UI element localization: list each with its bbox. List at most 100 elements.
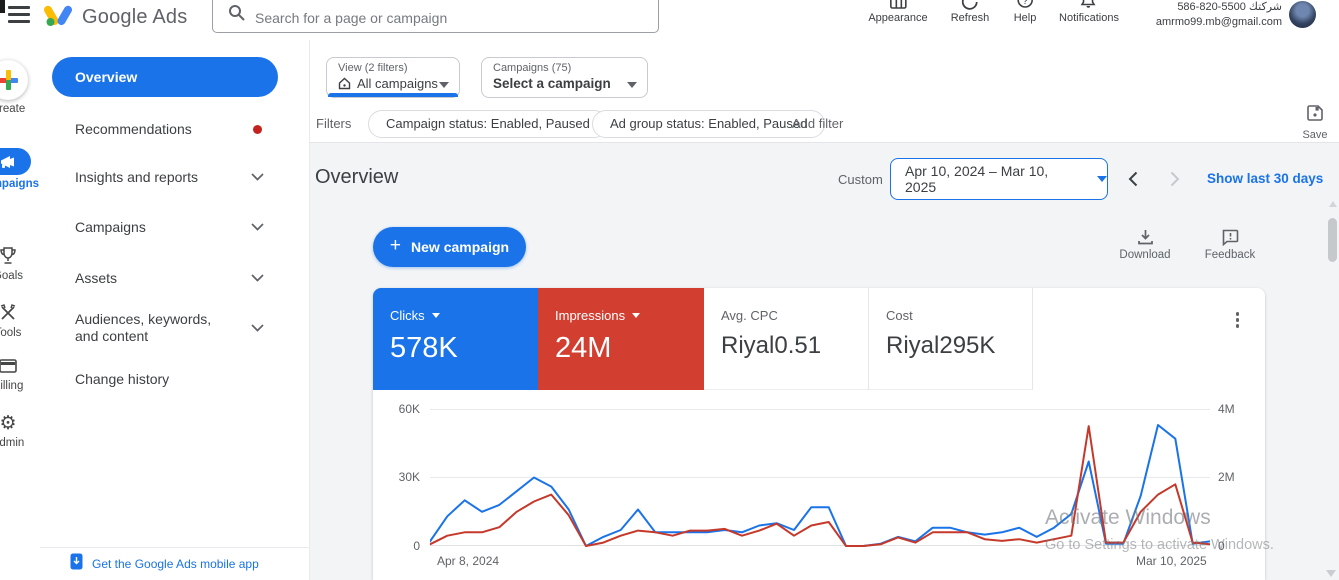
mobile-app-link[interactable]: Get the Google Ads mobile app [40, 547, 310, 580]
refresh-icon [951, 0, 990, 10]
next-period-button[interactable] [1166, 168, 1184, 190]
right-axis-tick-0: 0 [1218, 539, 1225, 553]
chevron-down-icon [251, 274, 264, 282]
overview-panel: Clicks 578K Impressions 24M Avg. CPC Riy… [373, 288, 1265, 580]
x-axis-start-label: Apr 8, 2024 [437, 554, 500, 568]
sidebar-item-audiences-keywords-content[interactable]: Audiences, keywords, and content [52, 305, 278, 351]
sidebar-item-insights-and-reports[interactable]: Insights and reports [52, 160, 278, 194]
series-clicks [430, 424, 1210, 547]
x-axis-end-label: Mar 10, 2025 [1136, 554, 1207, 568]
google-ads-app: Google Ads Appearance [0, 0, 1339, 580]
new-campaign-button[interactable]: + New campaign [373, 227, 526, 267]
chevron-down-icon [251, 223, 264, 231]
account-id: 586-820-5500 شركتك [1177, 1, 1282, 13]
sidebar-item-recommendations[interactable]: Recommendations [52, 112, 278, 146]
rail-item-admin[interactable]: ⚙ Admin [0, 412, 40, 449]
sidebar-item-campaigns[interactable]: Campaigns [52, 210, 278, 244]
avg-cpc-value: Riyal0.51 [721, 332, 822, 359]
impressions-value: 24M [555, 332, 612, 364]
mobile-phone-icon [70, 553, 83, 575]
chevron-down-icon [632, 313, 641, 318]
chevron-down-icon [251, 173, 264, 181]
filters-label: Filters [316, 116, 352, 131]
chevron-down-icon [439, 82, 449, 88]
chevron-down-icon [251, 324, 264, 332]
save-floppy-icon [1293, 104, 1337, 127]
brand-name: Google Ads [82, 6, 188, 28]
left-axis-tick-60k: 60K [398, 402, 420, 416]
rail-item-tools[interactable]: Tools [0, 302, 40, 339]
download-icon [1115, 229, 1175, 246]
active-view-underline [328, 93, 458, 97]
overview-chart [430, 409, 1210, 547]
rail-item-billing[interactable]: Billing [0, 355, 40, 392]
plus-icon: + [389, 235, 402, 256]
admin-gear-icon: ⚙ [0, 412, 17, 434]
appearance-button[interactable]: Appearance [868, 0, 928, 24]
navigation-rail: Create Campaigns Goals [0, 40, 40, 580]
sidebar-item-change-history[interactable]: Change history [52, 362, 278, 396]
date-mode-label: Custom [838, 172, 883, 187]
chevron-down-icon [627, 82, 637, 88]
tools-icon [0, 302, 40, 324]
scrollbar-thumb[interactable] [1328, 218, 1337, 262]
scorecards-filler [1033, 288, 1265, 390]
google-ads-logo-icon [44, 2, 72, 33]
svg-text:?: ? [1022, 0, 1028, 7]
help-button[interactable]: ? Help [1014, 0, 1037, 24]
cost-value: Riyal295K [886, 332, 996, 359]
previous-period-button[interactable] [1124, 168, 1142, 190]
account-info[interactable]: 586-820-5500 شركتك amrmo99.mb@gmail.com [1100, 0, 1282, 28]
campaign-selector-dropdown[interactable]: Campaigns (75) Select a campaign [481, 57, 648, 98]
goals-trophy-icon [0, 245, 40, 267]
campaign-toolbar: View (2 filters) All campaigns Campaigns… [310, 40, 1339, 143]
download-button[interactable]: Download [1115, 229, 1175, 261]
avatar[interactable] [1289, 1, 1316, 28]
appearance-icon [868, 0, 927, 10]
add-filter-button[interactable]: Add filter [792, 116, 843, 131]
kebab-menu-icon[interactable] [1234, 310, 1242, 330]
refresh-button[interactable]: Refresh [951, 0, 990, 24]
show-last-30-days-link[interactable]: Show last 30 days [1207, 171, 1323, 186]
page-title: Overview [315, 166, 399, 188]
search-input[interactable] [255, 10, 615, 26]
billing-card-icon [0, 355, 40, 377]
left-axis-tick-30k: 30K [398, 470, 420, 484]
chevron-down-icon [431, 313, 440, 318]
global-search[interactable] [212, 0, 659, 33]
window-corner [0, 0, 5, 13]
google-ads-logo[interactable]: Google Ads [44, 2, 187, 33]
help-icon: ? [1014, 0, 1037, 10]
scrollbar-up-arrow[interactable] [1329, 201, 1337, 207]
scorecard-impressions[interactable]: Impressions 24M [538, 288, 704, 390]
save-button[interactable]: Save [1293, 104, 1337, 141]
menu-hamburger-icon[interactable] [8, 6, 30, 26]
scorecard-clicks[interactable]: Clicks 578K [373, 288, 538, 390]
right-axis-tick-4m: 4M [1218, 402, 1235, 416]
rail-item-create[interactable]: Create [0, 60, 40, 115]
date-range-picker[interactable]: Apr 10, 2024 – Mar 10, 2025 [890, 158, 1108, 200]
scorecard-avg-cpc[interactable]: Avg. CPC Riyal0.51 [704, 288, 869, 390]
feedback-icon [1200, 229, 1260, 246]
sidebar-item-overview[interactable]: Overview [52, 57, 278, 97]
rail-item-goals[interactable]: Goals [0, 245, 40, 282]
filter-chip-campaign-status[interactable]: Campaign status: Enabled, Paused [368, 110, 608, 138]
search-icon [228, 4, 245, 26]
chevron-down-icon [1097, 176, 1107, 182]
campaign-home-icon [338, 77, 351, 90]
campaigns-megaphone-icon [0, 148, 31, 175]
clicks-value: 578K [390, 332, 458, 364]
sidebar-nav: Overview Recommendations Insights and re… [40, 40, 310, 580]
left-axis-tick-0: 0 [413, 539, 420, 553]
sidebar-item-assets[interactable]: Assets [52, 261, 278, 295]
account-email: amrmo99.mb@gmail.com [1155, 16, 1282, 28]
scorecards-row: Clicks 578K Impressions 24M Avg. CPC Riy… [373, 288, 1265, 390]
scrollbar-down-arrow[interactable] [1326, 570, 1336, 577]
view-selector-dropdown[interactable]: View (2 filters) All campaigns [326, 57, 460, 98]
filter-chip-ad-group-status[interactable]: Ad group status: Enabled, Paused [592, 110, 826, 138]
recommendations-badge-dot [253, 124, 262, 134]
scorecard-cost[interactable]: Cost Riyal295K [869, 288, 1033, 390]
right-axis-tick-2m: 2M [1218, 470, 1235, 484]
rail-item-campaigns[interactable]: Campaigns [0, 148, 40, 190]
feedback-button[interactable]: Feedback [1200, 229, 1260, 261]
